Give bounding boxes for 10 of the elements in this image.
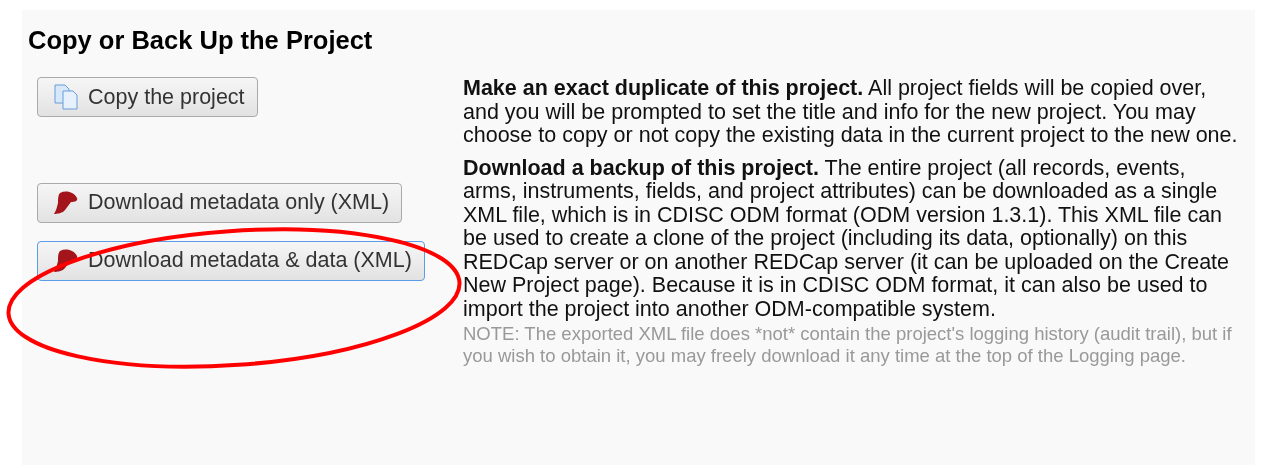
note-text: NOTE: The exported XML file does *not* contain the project's logging history (audit trail), but if you wish to obtain it, you may freely download it any time at the top of the Logging page. [463,323,1233,366]
action-button[interactable]: Download metadata only (XML) [37,182,403,223]
description-text: Make an exact duplicate of this project. All project fields will be copied over, and you will be prompted to set the title and info for the new project. You may choose to copy or not copy the existing data in the current project to the new one. [463,77,1238,148]
action-button[interactable]: Copy the project [37,77,258,117]
copy-pages-icon [52,83,80,111]
action-button[interactable]: Download metadata & data (XML) [37,240,425,281]
cap-icon [52,247,80,274]
cap-icon [52,189,80,216]
description-text: Download a backup of this project. The entire project (all records, events, arms, instruments, fields, and project attributes) can be downloaded as a single XML file, which is in CDISC ODM format (ODM version 1.3.1). This XML file can be used to create a clone of the project (including its data, optionally) on this REDCap server or on another REDCap server (it can be uploaded on the Create New Project page). Because it is in CDISC ODM format, it can also be used to import the project into another ODM-compatible system. [463,156,1231,321]
section-title: Copy or Back Up the Project [28,26,374,55]
